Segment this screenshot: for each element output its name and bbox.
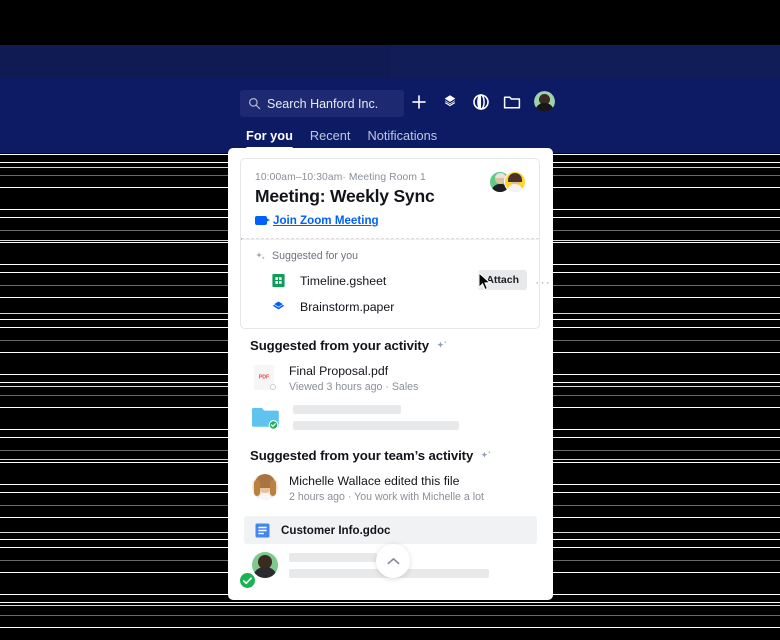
sparkle-icon: [437, 340, 447, 348]
top-navigation: For you Recent Notifications: [0, 78, 780, 153]
activity-text-block: Michelle Wallace edited this file 2 hour…: [289, 474, 484, 503]
avatar: [504, 171, 526, 193]
meeting-join-row[interactable]: Join Zoom Meeting: [255, 214, 525, 227]
content-panel: 10:00am–10:30am· Meeting Room 1 Meeting:…: [228, 148, 553, 600]
meeting-time: 10:00am–10:30am: [255, 172, 343, 183]
navy-band-upper-right: [390, 45, 780, 78]
suggested-for-you-label: Suggested for you: [272, 250, 358, 262]
meeting-card-header: 10:00am–10:30am· Meeting Room 1 Meeting:…: [241, 159, 539, 238]
avatar-michelle: [252, 474, 278, 500]
placeholder-line: [293, 420, 459, 430]
sparkle-icon: [481, 450, 491, 458]
meeting-location: Meeting Room 1: [348, 172, 426, 183]
suggested-file-row[interactable]: Brainstorm.paper: [255, 299, 525, 314]
file-name: Customer Info.gdoc: [281, 523, 391, 537]
user-avatar-icon[interactable]: [534, 91, 555, 112]
file-name: Timeline.gsheet: [300, 273, 387, 288]
meeting-title: Meeting: Weekly Sync: [255, 186, 435, 206]
file-meta: Viewed 3 hours ago · Sales: [289, 381, 419, 393]
header-tabs: For you Recent Notifications: [246, 128, 437, 150]
header-icon-group: [410, 91, 555, 112]
meeting-card: 10:00am–10:30am· Meeting Room 1 Meeting:…: [240, 158, 550, 329]
folder-icon[interactable]: [503, 94, 521, 110]
plus-icon[interactable]: [410, 93, 428, 111]
placeholder-line: [293, 404, 401, 414]
search-icon: [249, 98, 261, 110]
section-title-team-activity: Suggested from your team’s activity: [250, 448, 492, 463]
activity-item[interactable]: PDF Final Proposal.pdf Viewed 3 hours ag…: [252, 364, 418, 394]
globe-icon[interactable]: [472, 93, 490, 111]
chevron-up-icon: [387, 557, 399, 564]
join-zoom-meeting-link[interactable]: Join Zoom Meeting: [273, 214, 379, 227]
meeting-time-location: 10:00am–10:30am· Meeting Room 1: [255, 172, 525, 183]
dropbox-paper-icon: [272, 301, 285, 310]
gdoc-file-row[interactable]: Customer Info.gdoc: [244, 516, 537, 544]
placeholder-line: [289, 552, 377, 562]
tab-recent[interactable]: Recent: [310, 128, 351, 150]
zoom-video-icon: [255, 216, 270, 225]
collapse-button[interactable]: [376, 544, 410, 578]
file-name: Brainstorm.paper: [300, 299, 395, 314]
file-name: Final Proposal.pdf: [289, 364, 389, 378]
activity-headline: Michelle Wallace edited this file: [289, 474, 460, 488]
suggested-for-you-label-row: Suggested for you: [255, 250, 525, 262]
mouse-cursor: [478, 272, 492, 291]
avatar: [252, 552, 278, 578]
tab-for-you[interactable]: For you: [246, 128, 293, 150]
section-title-your-activity: Suggested from your activity: [250, 338, 448, 353]
sparkle-icon: [256, 251, 265, 259]
search-input[interactable]: [267, 96, 397, 111]
activity-meta: 2 hours ago · You work with Michelle a l…: [289, 491, 484, 503]
check-circle-icon: [243, 576, 252, 584]
activity-item-placeholder: [252, 404, 459, 430]
team-activity-item[interactable]: Michelle Wallace edited this file 2 hour…: [252, 474, 484, 503]
dropbox-logo-icon[interactable]: [441, 93, 459, 111]
svg-text:PDF: PDF: [259, 375, 269, 381]
search-bar[interactable]: [240, 90, 404, 117]
overflow-menu-icon[interactable]: ···: [535, 275, 551, 289]
folder-synced-icon: [252, 408, 279, 430]
meeting-separator: ·: [342, 172, 346, 183]
section-label: Suggested from your activity: [250, 338, 429, 353]
meeting-card-body: Suggested for you Timeline.gsheet Attach: [241, 240, 550, 328]
status-badge: [240, 573, 255, 588]
placeholder-lines: [293, 404, 459, 430]
pdf-file-icon: PDF: [254, 365, 277, 391]
google-docs-icon: [255, 523, 270, 537]
meeting-attendee-avatars: [489, 171, 526, 193]
activity-text-block: Final Proposal.pdf Viewed 3 hours ago · …: [289, 364, 418, 393]
section-label: Suggested from your team’s activity: [250, 448, 474, 463]
google-sheets-icon: [272, 273, 285, 288]
screenshot-root: For you Recent Notifications 10:00am–10:…: [0, 0, 780, 640]
panel-scroll-area[interactable]: 10:00am–10:30am· Meeting Room 1 Meeting:…: [228, 148, 553, 600]
tab-notifications[interactable]: Notifications: [367, 128, 437, 150]
team-activity-item-placeholder: [252, 552, 489, 578]
